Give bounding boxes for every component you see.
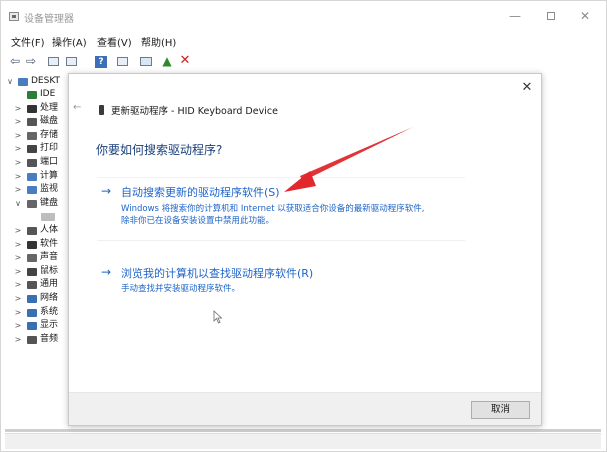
- menu-bar: 文件(F) 操作(A) 查看(V) 帮助(H): [1, 32, 606, 50]
- device-category-icon: [27, 104, 37, 113]
- tree-item-label: 处理: [40, 102, 59, 113]
- device-category-icon: [27, 186, 37, 195]
- device-category-icon: [27, 91, 37, 99]
- chevron-right-icon[interactable]: >: [13, 333, 23, 346]
- chevron-down-icon[interactable]: ∨: [5, 75, 15, 88]
- tree-item-label: 键盘: [40, 197, 59, 208]
- tree-item-label: 声音: [40, 252, 59, 263]
- cancel-button[interactable]: 取消: [471, 401, 530, 419]
- properties-icon[interactable]: [45, 53, 61, 69]
- tree-item-label: 端口: [40, 157, 59, 167]
- tree-item-label: 计算: [40, 170, 59, 181]
- tree-item-label: 人体: [40, 225, 59, 235]
- window-title: 设备管理器: [24, 14, 74, 25]
- mouse-cursor-icon: [213, 310, 223, 324]
- tree-item-label: 网络: [40, 293, 59, 303]
- list-view-icon[interactable]: [63, 53, 79, 69]
- toolbar: ⇦ ⇨ ? ▲ ✕: [1, 51, 606, 71]
- menu-file[interactable]: 文件(F): [11, 34, 45, 49]
- tree-item-label: 通用: [40, 279, 59, 290]
- tree-item-label: IDE: [40, 89, 56, 99]
- tree-item-label: 鼠标: [40, 265, 59, 276]
- device-category-icon: [27, 118, 37, 127]
- dialog-close-button[interactable]: ✕: [519, 80, 535, 96]
- forward-arrow-icon[interactable]: ⇨: [23, 53, 39, 69]
- chevron-right-icon[interactable]: >: [13, 292, 23, 305]
- maximize-button[interactable]: [537, 7, 565, 25]
- chevron-right-icon[interactable]: >: [13, 115, 23, 128]
- update-driver-dialog: ✕ ← 更新驱动程序 - HID Keyboard Device 你要如何搜索驱…: [68, 73, 542, 426]
- chevron-right-icon[interactable]: >: [13, 306, 23, 319]
- keyboard-device-icon: [99, 105, 104, 115]
- device-category-icon: [27, 308, 37, 317]
- device-category-icon: [27, 159, 37, 167]
- device-category-icon: [27, 295, 37, 303]
- chevron-right-icon[interactable]: >: [13, 142, 23, 155]
- tree-item-label: 磁盘: [40, 116, 59, 127]
- tree-item-label: 软件: [40, 238, 59, 249]
- option-description: 手动查找并安装驱动程序软件。: [121, 284, 241, 294]
- chevron-down-icon[interactable]: ∨: [13, 197, 23, 210]
- chevron-right-icon[interactable]: >: [13, 129, 23, 142]
- tree-item-label: 显示: [40, 320, 59, 331]
- tree-item-label: 监视: [40, 184, 59, 195]
- device-category-icon: [27, 199, 37, 208]
- menu-action[interactable]: 操作(A): [52, 34, 87, 49]
- menu-help[interactable]: 帮助(H): [141, 34, 176, 49]
- tree-item-label: 系统: [40, 306, 59, 317]
- arrow-right-icon: →: [101, 265, 112, 279]
- chevron-right-icon[interactable]: >: [13, 224, 23, 237]
- scan-hardware-icon[interactable]: [138, 53, 154, 69]
- tree-item-label: 打印: [40, 143, 59, 154]
- device-category-icon: [27, 335, 37, 344]
- close-button[interactable]: ✕: [571, 7, 599, 25]
- chevron-right-icon[interactable]: >: [13, 170, 23, 183]
- search-automatically-option[interactable]: → 自动搜索更新的驱动程序软件(S) Windows 将搜索你的计算机和 Int…: [97, 177, 465, 241]
- back-arrow-icon[interactable]: ⇦: [7, 53, 23, 69]
- device-category-icon: [27, 281, 37, 290]
- device-category-icon: [27, 322, 37, 331]
- help-icon[interactable]: ?: [93, 53, 109, 69]
- computer-icon: [18, 78, 28, 86]
- tree-root-label: DESKT: [31, 76, 61, 86]
- chevron-right-icon[interactable]: >: [13, 278, 23, 291]
- chevron-right-icon[interactable]: >: [13, 183, 23, 196]
- dialog-back-arrow-icon[interactable]: ←: [73, 102, 87, 113]
- menu-view[interactable]: 查看(V): [97, 34, 132, 49]
- device-category-icon: [27, 254, 37, 263]
- horizontal-scrollbar[interactable]: [5, 429, 601, 432]
- dialog-question: 你要如何搜索驱动程序?: [96, 143, 223, 157]
- device-category-icon: [27, 145, 37, 154]
- minimize-button[interactable]: —: [501, 7, 529, 25]
- dialog-footer: 取消: [69, 392, 541, 425]
- option-title: 自动搜索更新的驱动程序软件(S): [121, 186, 280, 199]
- chevron-right-icon[interactable]: >: [13, 319, 23, 332]
- device-category-icon: [27, 131, 37, 140]
- update-driver-icon[interactable]: ▲: [159, 53, 175, 69]
- chevron-right-icon[interactable]: >: [13, 156, 23, 169]
- device-manager-icon: [9, 12, 19, 21]
- browse-computer-option[interactable]: → 浏览我的计算机以查找驱动程序软件(R) 手动查找并安装驱动程序软件。: [97, 259, 465, 299]
- chevron-right-icon[interactable]: >: [13, 265, 23, 278]
- maximize-icon: [547, 11, 555, 20]
- dialog-title: 更新驱动程序 - HID Keyboard Device: [111, 106, 278, 117]
- chevron-right-icon[interactable]: >: [13, 251, 23, 264]
- device-category-icon: [27, 172, 37, 181]
- uninstall-device-icon[interactable]: ✕: [177, 53, 193, 69]
- resources-view-icon[interactable]: [114, 53, 130, 69]
- device-category-icon: [41, 213, 55, 222]
- device-category-icon: [27, 267, 37, 276]
- option-title: 浏览我的计算机以查找驱动程序软件(R): [121, 267, 314, 280]
- tree-item-label: 存储: [40, 129, 59, 140]
- tree-item-label: 音频: [40, 333, 59, 344]
- status-bar: [5, 433, 601, 449]
- chevron-right-icon[interactable]: >: [13, 238, 23, 251]
- device-category-icon: [27, 240, 37, 249]
- chevron-right-icon[interactable]: >: [13, 102, 23, 115]
- device-category-icon: [27, 227, 37, 235]
- option-description: Windows 将搜索你的计算机和 Internet 以获取适合你设备的最新驱动…: [121, 204, 425, 226]
- title-bar: 设备管理器 — ✕: [1, 1, 606, 31]
- arrow-right-icon: →: [101, 184, 112, 198]
